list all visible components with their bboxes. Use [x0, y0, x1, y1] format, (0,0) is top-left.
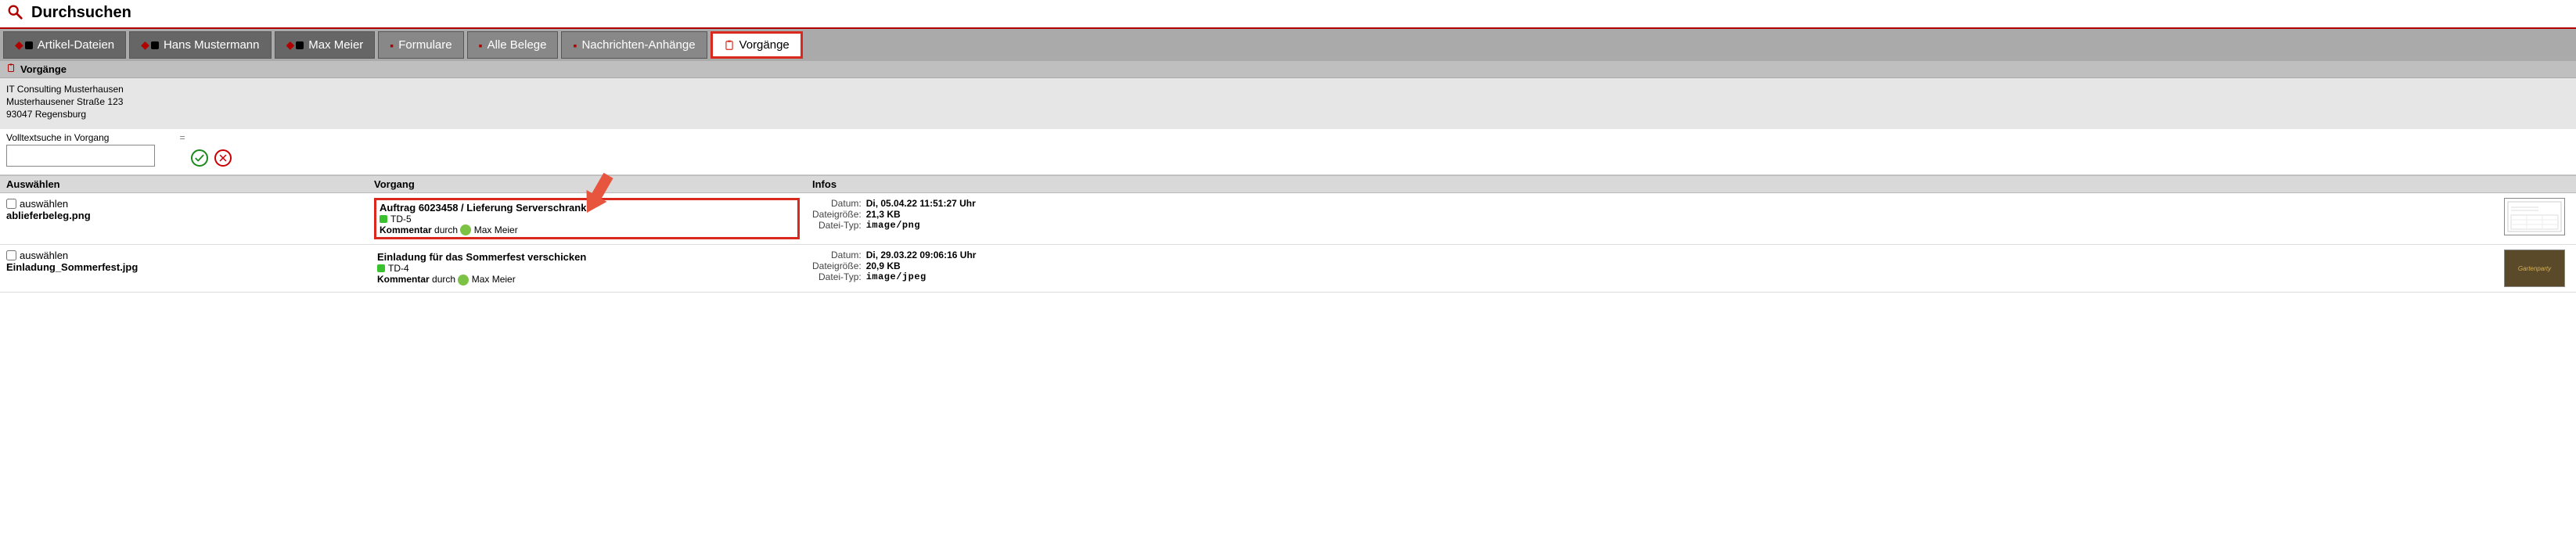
column-header-select: Auswählen: [0, 176, 368, 192]
vorgang-title: Auftrag 6023458 / Lieferung Serverschran…: [380, 202, 794, 214]
row-select-checkbox[interactable]: [6, 250, 16, 260]
page-title: Durchsuchen: [31, 4, 131, 22]
tab-label: Alle Belege: [487, 38, 547, 52]
tab-formulare[interactable]: ▪ Formulare: [378, 31, 463, 59]
search-submit-button[interactable]: [191, 149, 208, 167]
comment-user: Max Meier: [474, 224, 518, 235]
company-address-block: IT Consulting Musterhausen Musterhausene…: [0, 78, 2576, 129]
vorgang-box[interactable]: Einladung für das Sommerfest verschicken…: [374, 250, 800, 287]
tab-alle-belege[interactable]: ▪ Alle Belege: [467, 31, 559, 59]
vorgang-box[interactable]: Auftrag 6023458 / Lieferung Serverschran…: [374, 198, 800, 240]
tab-label: Vorgänge: [739, 38, 790, 52]
row-infos: Datum: Di, 29.03.22 09:06:16 Uhr Dateigröß…: [812, 250, 2491, 282]
search-row: Volltextsuche in Vorgang =: [0, 129, 2576, 175]
info-date-label: Datum:: [812, 250, 862, 260]
info-size-value: 21,3 KB: [866, 209, 976, 220]
row-filename: ablieferbeleg.png: [6, 210, 362, 221]
tab-hans-mustermann[interactable]: ◆ Hans Mustermann: [129, 31, 271, 59]
search-label: Volltextsuche in Vorgang: [6, 132, 109, 143]
search-magnifier-icon: [6, 3, 23, 23]
tab-label: Max Meier: [308, 38, 363, 52]
user-avatar-icon: [460, 224, 471, 235]
vorgang-comment-row: Kommentar durch Max Meier: [377, 274, 797, 285]
tab-artikel-dateien[interactable]: ◆ Artikel-Dateien: [3, 31, 126, 59]
tab-label: Formulare: [398, 38, 452, 52]
info-date-label: Datum:: [812, 198, 862, 209]
info-size-label: Dateigröße:: [812, 209, 862, 220]
vorgang-code: TD-4: [388, 263, 409, 274]
tab-stack-icon: ◆: [15, 38, 33, 52]
clipboard-icon: [6, 63, 16, 75]
vorgang-code-row: TD-5: [380, 214, 794, 224]
tab-nachrichten-anh-nge[interactable]: ▪ Nachrichten-Anhänge: [561, 31, 707, 59]
table-row: auswählenEinladung_Sommerfest.jpg Einladu…: [0, 245, 2576, 293]
tab-max-meier[interactable]: ◆ Max Meier: [275, 31, 376, 59]
info-type-value: image/jpeg: [866, 271, 977, 282]
info-size-value: 20,9 KB: [866, 260, 977, 271]
row-thumbnail[interactable]: Gartenparty: [2504, 250, 2565, 287]
row-select-label[interactable]: auswählen: [6, 250, 362, 261]
column-header-vorgang: Vorgang: [368, 176, 806, 192]
row-select-label[interactable]: auswählen: [6, 198, 362, 210]
user-avatar-icon: [458, 275, 469, 285]
fulltext-search-input[interactable]: [6, 145, 155, 167]
vorgang-comment-row: Kommentar durch Max Meier: [380, 224, 794, 236]
tab-stack-icon: ◆: [141, 38, 159, 52]
row-select-text: auswählen: [20, 250, 68, 261]
info-type-value: image/png: [866, 220, 976, 231]
section-title: Vorgänge: [20, 63, 67, 75]
info-type-label: Datei-Typ:: [812, 220, 862, 231]
section-bar: Vorgänge: [0, 61, 2576, 78]
tab-label: Nachrichten-Anhänge: [581, 38, 695, 52]
company-city: 93047 Regensburg: [6, 108, 2570, 120]
tab-vorg-nge[interactable]: Vorgänge: [711, 31, 803, 59]
tab-label: Hans Mustermann: [164, 38, 260, 52]
clipboard-icon: [724, 40, 735, 51]
table-row: auswählenablieferbeleg.png Auftrag 602345…: [0, 193, 2576, 246]
search-field: Volltextsuche in Vorgang =: [6, 132, 185, 167]
search-clear-button[interactable]: [214, 149, 232, 167]
tab-stack-icon: ◆: [286, 38, 304, 52]
results-table-header: Auswählen Vorgang Infos: [0, 175, 2576, 193]
company-name: IT Consulting Musterhausen: [6, 83, 2570, 95]
tab-label: Artikel-Dateien: [38, 38, 114, 52]
results-table-body: auswählenablieferbeleg.pngAuftrag 602345…: [0, 193, 2576, 293]
comment-user: Max Meier: [472, 274, 516, 285]
row-select-text: auswählen: [20, 198, 68, 210]
tab-small-icon: ▪: [390, 39, 394, 52]
row-infos: Datum: Di, 05.04.22 11:51:27 Uhr Dateigröß…: [812, 198, 2491, 231]
vorgang-code: TD-5: [390, 214, 412, 224]
tabs-bar: ◆ Artikel-Dateien ◆ Hans Mustermann ◆ Max Mei…: [0, 27, 2576, 61]
company-street: Musterhausener Straße 123: [6, 95, 2570, 108]
tab-small-icon: ▪: [479, 39, 483, 52]
column-header-infos: Infos: [806, 176, 2498, 192]
info-type-label: Datei-Typ:: [812, 271, 862, 282]
page-header: Durchsuchen: [0, 0, 2576, 27]
status-square-icon: [380, 215, 387, 223]
info-size-label: Dateigröße:: [812, 260, 862, 271]
row-select-checkbox[interactable]: [6, 199, 16, 209]
row-filename: Einladung_Sommerfest.jpg: [6, 261, 362, 273]
vorgang-title: Einladung für das Sommerfest verschicken: [377, 251, 797, 263]
row-thumbnail[interactable]: [2504, 198, 2565, 235]
vorgang-code-row: TD-4: [377, 263, 797, 274]
tab-small-icon: ▪: [573, 39, 577, 52]
status-square-icon: [377, 264, 385, 272]
info-date-value: Di, 29.03.22 09:06:16 Uhr: [866, 250, 977, 260]
search-operator: =: [179, 132, 185, 143]
info-date-value: Di, 05.04.22 11:51:27 Uhr: [866, 198, 976, 209]
